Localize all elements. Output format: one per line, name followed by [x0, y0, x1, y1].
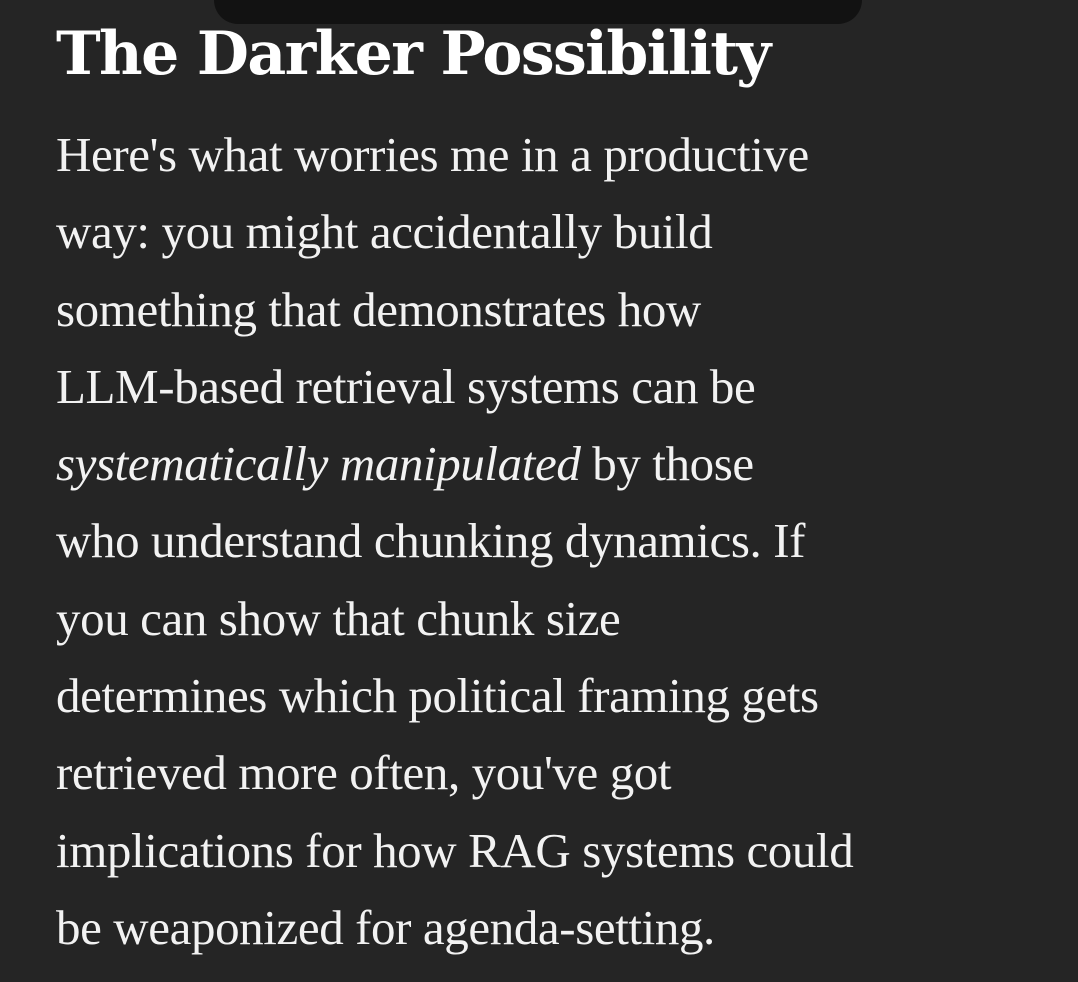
- paragraph-line: be weaponized for agenda-setting.: [56, 899, 715, 955]
- paragraph-line: implications for how RAG systems could: [56, 822, 854, 878]
- paragraph-line: you can show that chunk size: [56, 590, 621, 646]
- paragraph-line: systematically manipulated by those: [56, 425, 1048, 502]
- paragraph-line: LLM-based retrieval systems can be: [56, 358, 756, 414]
- paragraph-line: who understand chunking dynamics. If: [56, 513, 806, 569]
- body-paragraph: Here's what worries me in a productive w…: [56, 116, 1048, 966]
- paragraph-line: determines which political framing gets: [56, 668, 819, 724]
- paragraph-line: retrieved more often, you've got: [56, 745, 672, 801]
- emphasized-text: systematically manipulated: [56, 436, 581, 492]
- section-heading: The Darker Possibility: [56, 19, 771, 89]
- paragraph-line: way: you might accidentally build: [56, 204, 713, 260]
- paragraph-line: Here's what worries me in a productive: [56, 127, 809, 182]
- paragraph-text: by those: [580, 436, 754, 492]
- article-section: The Darker Possibility Here's what worri…: [56, 18, 1048, 966]
- paragraph-line: something that demonstrates how: [56, 281, 701, 337]
